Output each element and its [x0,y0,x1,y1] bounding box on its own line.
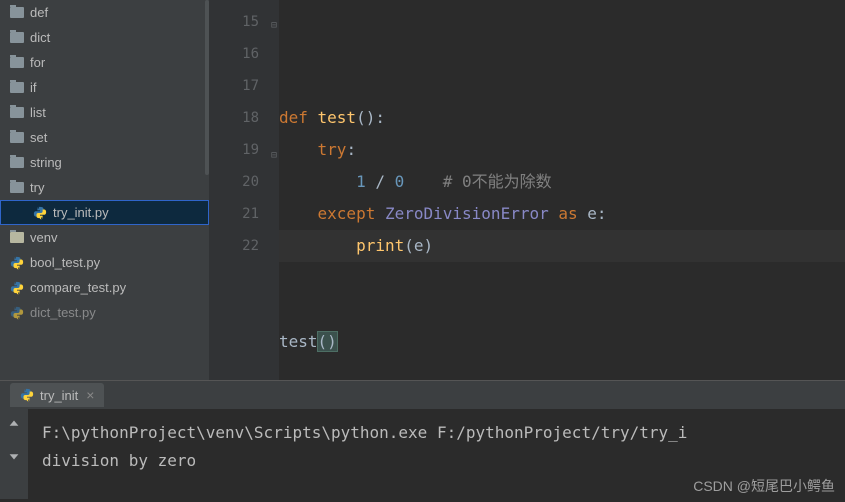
console-line: division by zero [42,451,196,470]
folder-icon [10,107,24,118]
line-gutter: 15 16 17 18 19 20 21 22 ⊟ ⊟ [209,0,279,380]
folder-icon [10,182,24,193]
tree-item-string[interactable]: string [0,150,209,175]
tree-label: try [30,180,44,195]
line-number: 15 [209,6,259,38]
line-number: 17 [209,70,259,102]
folder-icon [10,7,24,18]
tree-item-if[interactable]: if [0,75,209,100]
tree-item-try-init[interactable]: try_init.py [0,200,209,225]
tree-label: dict [30,30,50,45]
tree-label: try_init.py [53,205,109,220]
line-number: 22 [209,230,259,262]
tree-label: string [30,155,62,170]
line-number: 20 [209,166,259,198]
tree-label: for [30,55,45,70]
close-icon[interactable]: × [86,387,94,403]
tree-label: compare_test.py [30,280,126,295]
tree-label: if [30,80,37,95]
code-lines[interactable]: def test(): try: 1 / 0 # 0不能为除数 except Z… [279,102,845,358]
python-file-icon [10,256,24,270]
tree-label: set [30,130,47,145]
tree-item-dict[interactable]: dict [0,25,209,50]
run-tab[interactable]: try_init × [10,383,104,407]
tree-label: bool_test.py [30,255,100,270]
python-file-icon [33,206,47,220]
tree-label: dict_test.py [30,305,96,320]
tree-item-def[interactable]: def [0,0,209,25]
project-tree[interactable]: def dict for if list set string try try_… [0,0,209,380]
tree-item-compare-test[interactable]: compare_test.py [0,275,209,300]
fold-icon[interactable]: ⊟ [271,140,277,172]
scroll-up-icon[interactable] [7,417,21,435]
tree-label: list [30,105,46,120]
folder-icon [10,82,24,93]
folder-icon [10,157,24,168]
run-tab-label: try_init [40,388,78,403]
tree-item-bool-test[interactable]: bool_test.py [0,250,209,275]
folder-icon [10,32,24,43]
fold-icon[interactable]: ⊟ [271,10,277,42]
tree-item-try[interactable]: try [0,175,209,200]
line-number: 18 [209,102,259,134]
tree-item-list[interactable]: list [0,100,209,125]
python-file-icon [10,306,24,320]
line-number: 16 [209,38,259,70]
line-number: 19 [209,134,259,166]
console-toolbar [0,409,28,499]
folder-icon [10,232,24,243]
line-number: 21 [209,198,259,230]
tree-item-for[interactable]: for [0,50,209,75]
console-line: F:\pythonProject\venv\Scripts\python.exe… [42,423,687,442]
scroll-down-icon[interactable] [7,449,21,467]
tree-item-set[interactable]: set [0,125,209,150]
tree-item-dict-test[interactable]: dict_test.py [0,300,209,325]
watermark: CSDN @短尾巴小鳄鱼 [693,476,835,496]
folder-icon [10,57,24,68]
tree-item-venv[interactable]: venv [0,225,209,250]
tree-label: def [30,5,48,20]
python-file-icon [20,388,34,402]
code-editor[interactable]: 15 16 17 18 19 20 21 22 ⊟ ⊟ def test(): … [209,0,845,380]
folder-icon [10,132,24,143]
tree-label: venv [30,230,57,245]
python-file-icon [10,281,24,295]
